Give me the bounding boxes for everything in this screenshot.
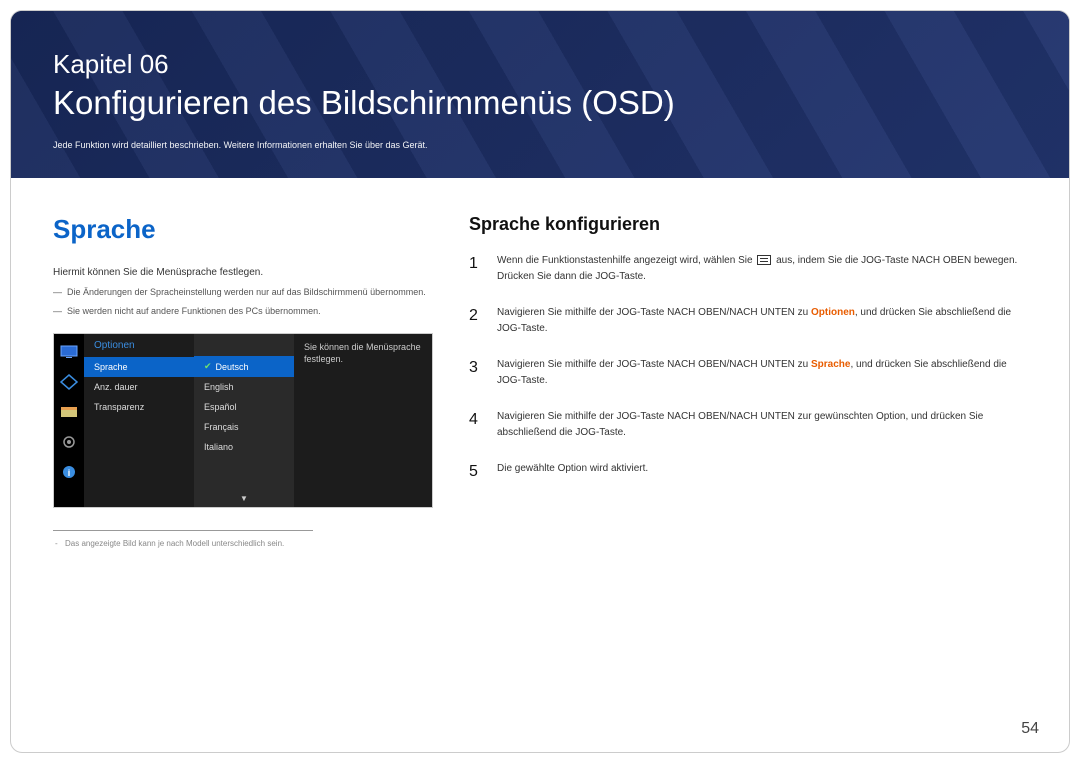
left-column: Sprache Hiermit können Sie die Menüsprac… [53, 214, 433, 548]
osd-menu-languages: ✔ Deutsch English Español Français Itali… [194, 334, 294, 507]
note-2: Sie werden nicht auf andere Funktionen d… [53, 305, 433, 318]
gear-icon [60, 434, 78, 450]
osd-lang-italiano: Italiano [194, 437, 294, 457]
chevron-down-icon: ▼ [240, 494, 248, 503]
highlight-optionen: Optionen [811, 307, 855, 318]
step-number: 3 [469, 355, 483, 389]
note-1: Die Änderungen der Spracheinstellung wer… [53, 286, 433, 299]
osd-item-sprache: Sprache [84, 357, 194, 377]
step-text: Navigieren Sie mithilfe der JOG-Taste NA… [497, 303, 1027, 337]
osd-lang-francais: Français [194, 417, 294, 437]
chapter-subtitle: Jede Funktion wird detailliert beschrieb… [53, 140, 1027, 150]
chapter-header: Kapitel 06 Konfigurieren des Bildschirmm… [11, 11, 1069, 178]
step-text: Wenn die Funktionstastenhilfe angezeigt … [497, 251, 1027, 285]
section-description: Hiermit können Sie die Menüsprache festl… [53, 267, 433, 278]
step-number: 1 [469, 251, 483, 285]
menu-icon [757, 255, 771, 265]
step-number: 4 [469, 407, 483, 441]
footnote-rule [53, 530, 313, 531]
svg-text:i: i [68, 468, 71, 478]
step-number: 2 [469, 303, 483, 337]
osd-screenshot: i Optionen Sprache Anz. dauer Transparen… [53, 333, 433, 508]
diamond-icon [60, 374, 78, 390]
osd-lang-deutsch: ✔ Deutsch [194, 356, 294, 377]
step-3: 3 Navigieren Sie mithilfe der JOG-Taste … [469, 355, 1027, 389]
step-number: 5 [469, 459, 483, 485]
osd-lang-label: Deutsch [216, 362, 249, 372]
step-5: 5 Die gewählte Option wird aktiviert. [469, 459, 1027, 485]
osd-item-transparenz: Transparenz [84, 397, 194, 417]
chapter-title: Konfigurieren des Bildschirmmenüs (OSD) [53, 84, 1027, 122]
page-number: 54 [1021, 720, 1039, 738]
step-4: 4 Navigieren Sie mithilfe der JOG-Taste … [469, 407, 1027, 441]
osd-menu-primary: Optionen Sprache Anz. dauer Transparenz [84, 334, 194, 507]
step-text: Navigieren Sie mithilfe der JOG-Taste NA… [497, 355, 1027, 389]
step-1: 1 Wenn die Funktionstastenhilfe angezeig… [469, 251, 1027, 285]
step-2: 2 Navigieren Sie mithilfe der JOG-Taste … [469, 303, 1027, 337]
step-text: Navigieren Sie mithilfe der JOG-Taste NA… [497, 407, 1027, 441]
check-icon: ✔ [204, 361, 212, 372]
picture-icon [60, 404, 78, 420]
osd-lang-english: English [194, 377, 294, 397]
osd-menu-title: Optionen [84, 334, 194, 357]
osd-icon-column: i [54, 334, 84, 507]
monitor-icon [60, 344, 78, 360]
subsection-heading: Sprache konfigurieren [469, 214, 1027, 235]
chapter-label: Kapitel 06 [53, 49, 1027, 80]
section-heading-sprache: Sprache [53, 214, 433, 245]
osd-item-anzdauer: Anz. dauer [84, 377, 194, 397]
osd-help-text: Sie können die Menüsprache festlegen. [294, 334, 432, 507]
footnote: Das angezeigte Bild kann je nach Modell … [53, 539, 433, 548]
osd-lang-espanol: Español [194, 397, 294, 417]
step-text: Die gewählte Option wird aktiviert. [497, 459, 1027, 485]
right-column: Sprache konfigurieren 1 Wenn die Funktio… [469, 214, 1027, 548]
highlight-sprache: Sprache [811, 359, 850, 370]
info-icon: i [60, 464, 78, 480]
